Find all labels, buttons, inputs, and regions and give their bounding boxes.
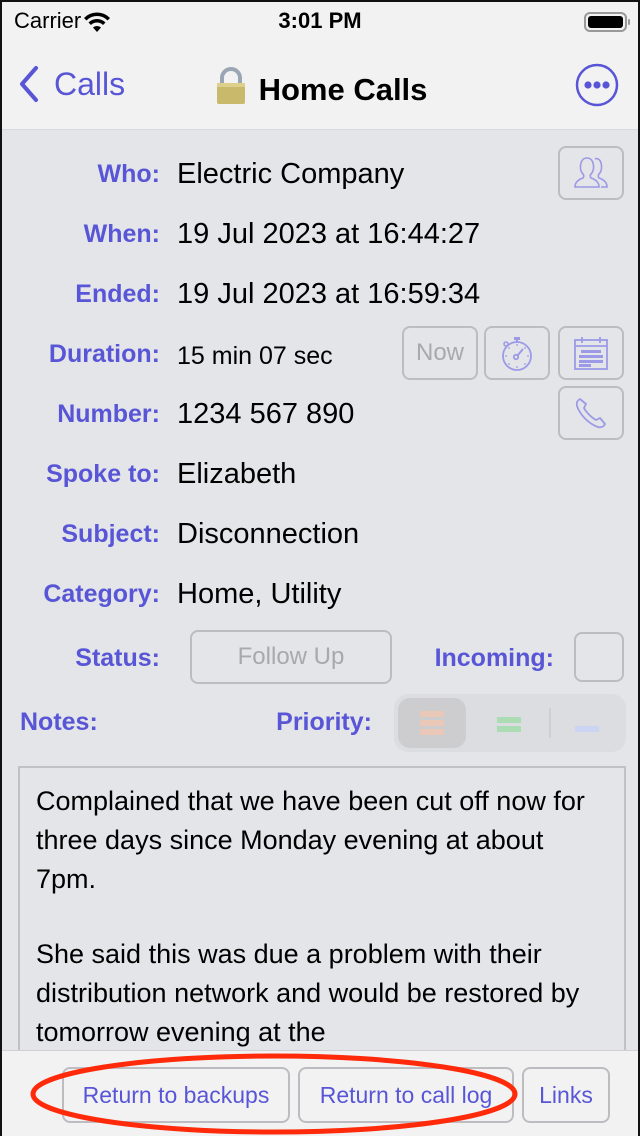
more-options-button[interactable] [574,62,620,108]
priority-medium-icon [497,717,521,732]
status-button[interactable]: Follow Up [190,630,392,684]
when-row: When: 19 Jul 2023 at 16:44:27 [2,206,638,262]
who-label: Who: [97,160,160,188]
segment-divider [549,708,551,738]
return-to-backups-button[interactable]: Return to backups [62,1067,290,1123]
bottom-toolbar: Return to backups Return to call log Lin… [2,1050,638,1136]
incoming-checkbox[interactable] [574,632,624,682]
clock: 3:01 PM [278,8,362,33]
notes-paragraph: Complained that we have been cut off now… [36,786,585,894]
calendar-button[interactable] [558,326,624,380]
call-button[interactable] [558,386,624,440]
duration-label: Duration: [48,340,160,368]
priority-medium-segment[interactable] [472,698,546,748]
category-label: Category: [43,580,160,608]
number-row: Number: 1234 567 890 [2,386,638,442]
title-text: Home Calls [258,72,428,107]
who-row: Who: Electric Company [2,146,638,202]
status-bar: Carrier 3:01 PM [2,2,638,42]
ended-label: Ended: [75,280,160,308]
priority-label: Priority: [276,708,372,736]
ended-row: Ended: 19 Jul 2023 at 16:59:34 [2,266,638,322]
now-button[interactable]: Now [402,326,478,380]
priority-low-icon [575,726,599,732]
spoke-to-row: Spoke to: Elizabeth [2,446,638,502]
status-label: Status: [75,644,160,672]
links-button[interactable]: Links [522,1067,610,1123]
number-label: Number: [57,400,160,428]
subject-label: Subject: [61,520,160,548]
priority-high-icon [420,711,444,735]
notes-label: Notes: [20,708,98,736]
category-value[interactable]: Home, Utility [177,578,341,611]
navigation-bar: Calls Home Calls [2,42,638,130]
incoming-label: Incoming: [434,644,554,672]
page-title: Home Calls [2,66,638,108]
duration-value[interactable]: 15 min 07 sec [177,342,333,371]
when-value[interactable]: 19 Jul 2023 at 16:44:27 [177,218,480,251]
contacts-button[interactable] [558,146,624,200]
spoke-to-value[interactable]: Elizabeth [177,458,296,491]
return-to-call-log-button[interactable]: Return to call log [298,1067,514,1123]
category-row: Category: Home, Utility [2,566,638,622]
number-value[interactable]: 1234 567 890 [177,398,354,431]
notes-text-area[interactable]: Complained that we have been cut off now… [18,766,626,1056]
priority-high-segment[interactable] [398,698,466,748]
subject-row: Subject: Disconnection [2,506,638,562]
phone-icon [575,398,606,429]
stopwatch-icon [502,337,532,371]
lock-icon [216,67,245,104]
spoke-to-label: Spoke to: [46,460,160,488]
when-label: When: [83,220,160,248]
calendar-icon [574,337,608,370]
priority-segmented-control [394,694,626,752]
duration-row: Duration: 15 min 07 sec Now [2,326,638,382]
call-details: Who: Electric Company When: 19 Jul 2023 … [2,130,638,1056]
who-value[interactable]: Electric Company [177,158,404,191]
priority-low-segment[interactable] [552,698,622,748]
battery-icon [584,12,630,32]
ended-value[interactable]: 19 Jul 2023 at 16:59:34 [177,278,480,311]
subject-value[interactable]: Disconnection [177,518,359,551]
contacts-icon [574,157,608,188]
notes-paragraph: She said this was due a problem with the… [36,939,580,1047]
stopwatch-button[interactable] [484,326,550,380]
